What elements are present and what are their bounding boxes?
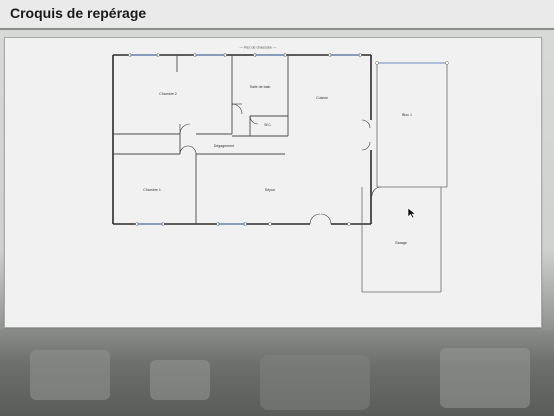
background-blur — [0, 330, 554, 416]
annex-walls — [361, 62, 448, 293]
room-label-sejour: Séjour — [265, 188, 276, 192]
window-markers — [128, 53, 362, 226]
level-label: — Rez de chaussée — — [240, 46, 277, 50]
mouse-cursor-icon — [407, 207, 417, 219]
room-label-chambre2: Chambre 2 — [159, 92, 177, 96]
annex-window — [375, 61, 449, 65]
window-strips — [130, 54, 360, 225]
room-label-degagement: Dégagement — [214, 144, 235, 148]
room-label-wc: W.C. — [264, 123, 272, 127]
room-label-salle-de-bain: Salle de bain — [250, 85, 271, 89]
screen-background: Croquis de repérage — Rez de chaussée — — [0, 0, 554, 416]
room-label-chambre1: Chambre 1 — [143, 188, 161, 192]
room-label-garage: Garage — [395, 241, 407, 245]
room-label-cuisine: Cuisine — [316, 96, 328, 100]
door-swings — [179, 103, 382, 225]
house-outer-walls — [112, 54, 372, 225]
room-label-bloc1: Bloc 1 — [402, 113, 412, 117]
house-interior-walls — [113, 55, 289, 224]
